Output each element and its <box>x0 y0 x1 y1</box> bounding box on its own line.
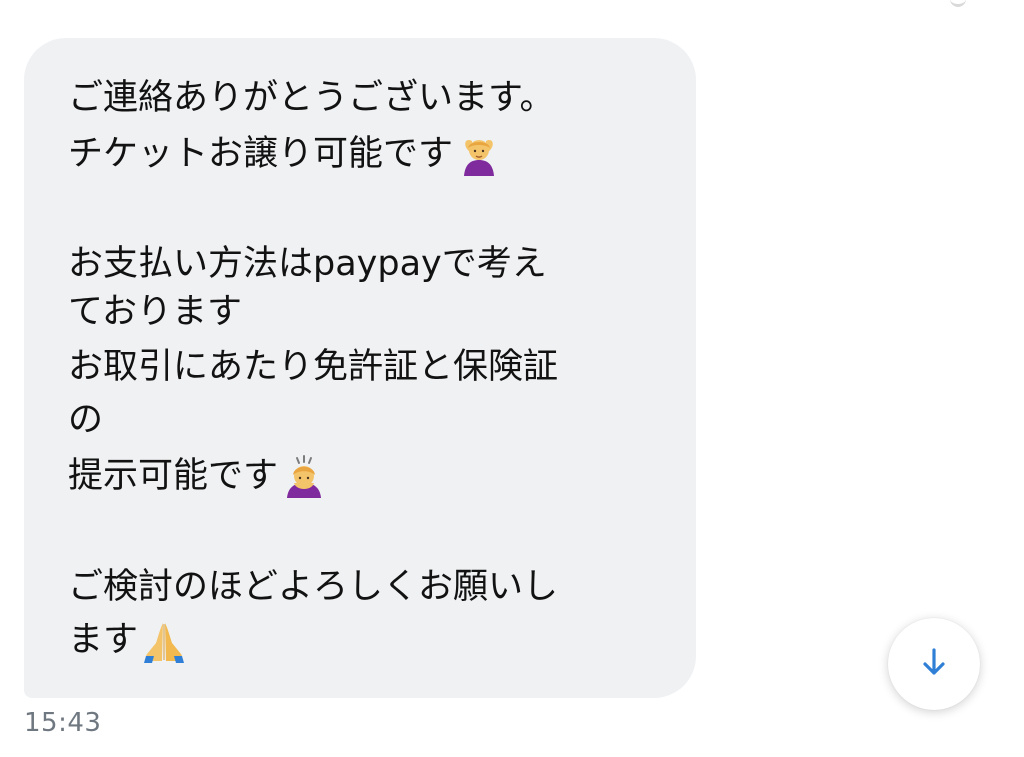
top-right-indicator <box>950 0 966 7</box>
message-line-5: お取引にあたり免許証と保険証 <box>68 347 559 387</box>
message-line-6: の <box>68 400 104 440</box>
message-line-1: ご連絡ありがとうございます。 <box>68 78 555 118</box>
arrow-down-icon <box>917 645 951 683</box>
folded-hands-icon <box>142 619 186 663</box>
person-bowing-icon <box>282 455 326 499</box>
message-line-3: お支払い方法はpaypayで考え <box>68 244 547 284</box>
person-gesturing-ok-icon <box>457 133 501 177</box>
chat-screen: ご連絡ありがとうございます。 チケットお譲り可能です お支払い方法はpaypay… <box>0 0 1024 757</box>
message-line-7: 提示可能です <box>68 456 279 496</box>
scroll-to-bottom-button[interactable] <box>888 618 980 710</box>
message-line-7-row: 提示可能です <box>68 454 326 499</box>
message-line-8: ご検討のほどよろしくお願いし <box>68 567 559 607</box>
message-line-9: ます <box>68 620 139 660</box>
message-line-9-row: ます <box>68 618 186 663</box>
message-line-4: ております <box>68 292 242 332</box>
message-timestamp: 15:43 <box>24 708 102 738</box>
message-line-2-row: チケットお譲り可能です <box>68 132 501 177</box>
message-line-2: チケットお譲り可能です <box>68 134 454 174</box>
